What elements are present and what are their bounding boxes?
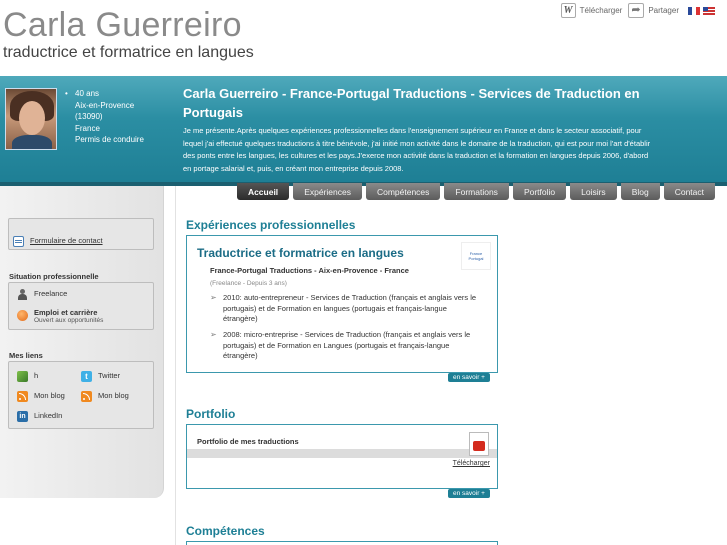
company-meta: (Freelance - Depuis 3 ans)	[210, 280, 287, 287]
rss-icon	[81, 391, 92, 402]
link-twitter[interactable]: t Twitter	[81, 371, 120, 382]
link-blog-2[interactable]: Mon blog	[81, 391, 129, 402]
link-blog-2-label: Mon blog	[98, 391, 129, 400]
career-icon	[17, 310, 28, 321]
profile-postcode: (13090)	[75, 112, 103, 121]
banner-intro: Je me présente.Après quelques expérience…	[183, 126, 651, 173]
situation-status: Freelance	[17, 289, 67, 300]
portfolio-more-button[interactable]: en savoir +	[448, 489, 490, 498]
links-box: h t Twitter Mon blog Mon blog in LinkedI…	[8, 361, 154, 429]
experience-item: ➢ 2010: auto-entrepreneur - Services de …	[210, 293, 480, 325]
contact-box: Formulaire de contact	[8, 218, 154, 250]
share-action[interactable]: Partager	[628, 3, 679, 18]
portfolio-item-title: Portfolio de mes traductions	[197, 437, 299, 446]
situation-box: Freelance Emploi et carrière Ouvert aux …	[8, 282, 154, 330]
contact-form-link[interactable]: Formulaire de contact	[13, 236, 103, 247]
download-action[interactable]: W Télécharger	[560, 3, 623, 18]
competences-section-title: Compétences	[186, 524, 265, 538]
link-twitter-label: Twitter	[98, 371, 121, 380]
banner-title: Carla Guerreiro - France-Portugal Traduc…	[183, 86, 640, 120]
site-owner-name: Carla Guerreiro	[3, 6, 242, 44]
top-actions: W Télécharger Partager	[555, 3, 715, 18]
portfolio-section-title: Portfolio	[186, 407, 236, 421]
link-linkedin[interactable]: in LinkedIn	[17, 411, 62, 422]
portfolio-download-link[interactable]: Télécharger	[453, 460, 490, 467]
person-icon	[17, 289, 28, 300]
situation-job-sub: Ouvert aux opportunités	[34, 317, 104, 324]
profile-info-list: 40 ans Aix-en-Provence (13090) France Pe…	[65, 88, 144, 146]
profile-license: Permis de conduire	[75, 135, 144, 144]
situation-job: Emploi et carrière Ouvert aux opportunit…	[17, 308, 103, 324]
linkedin-icon: in	[17, 411, 28, 422]
share-icon	[628, 3, 645, 18]
experiences-more-button[interactable]: en savoir +	[448, 373, 490, 382]
link-blog-1[interactable]: Mon blog	[17, 391, 65, 402]
company-logo-icon: France Portugal	[461, 242, 491, 270]
website-icon	[17, 371, 28, 382]
portfolio-strip	[187, 449, 497, 458]
link-blog-1-label: Mon blog	[34, 391, 65, 400]
avatar	[5, 88, 57, 150]
company-name: France-Portugal Traductions - Aix-en-Pro…	[210, 266, 409, 275]
experience-item-text: 2008: micro-entreprise - Services de Tra…	[223, 330, 471, 360]
contact-form-label: Formulaire de contact	[30, 236, 103, 245]
links-heading: Mes liens	[9, 351, 43, 360]
profile-city: Aix-en-Provence	[75, 100, 135, 110]
competences-card	[186, 541, 498, 545]
language-switcher	[685, 6, 715, 15]
arrow-right-icon: ➢	[210, 330, 217, 339]
situation-job-title: Emploi et carrière	[34, 308, 98, 317]
portfolio-card: Portfolio de mes traductions Télécharger	[186, 424, 498, 489]
profile-age: 40 ans	[65, 88, 144, 100]
experience-item-text: 2010: auto-entrepreneur - Services de Tr…	[223, 293, 477, 323]
french-flag-icon[interactable]	[688, 6, 700, 15]
experience-card: Traductrice et formatrice en langues Fra…	[186, 235, 498, 373]
pdf-icon[interactable]	[469, 432, 489, 456]
experiences-section-title: Expériences professionnelles	[186, 218, 356, 232]
twitter-icon: t	[81, 371, 92, 382]
arrow-right-icon: ➢	[210, 293, 217, 302]
link-h[interactable]: h	[17, 371, 38, 382]
situation-heading: Situation professionnelle	[9, 272, 99, 281]
link-h-label: h	[34, 371, 39, 380]
form-icon	[13, 236, 24, 247]
profile-country: France	[75, 123, 100, 133]
site-tagline: traductrice et formatrice en langues	[3, 44, 254, 61]
job-title[interactable]: Traductrice et formatrice en langues	[197, 246, 404, 260]
rss-icon	[17, 391, 28, 402]
company-line: France-Portugal Traductions - Aix-en-Pro…	[210, 265, 410, 290]
situation-status-label: Freelance	[34, 289, 68, 298]
share-label: Partager	[648, 6, 679, 15]
word-document-icon: W	[560, 3, 576, 18]
download-label: Télécharger	[579, 6, 623, 15]
link-linkedin-label: LinkedIn	[34, 411, 63, 420]
uk-flag-icon[interactable]	[703, 6, 715, 15]
experience-item: ➢ 2008: micro-entreprise - Services de T…	[210, 330, 480, 362]
